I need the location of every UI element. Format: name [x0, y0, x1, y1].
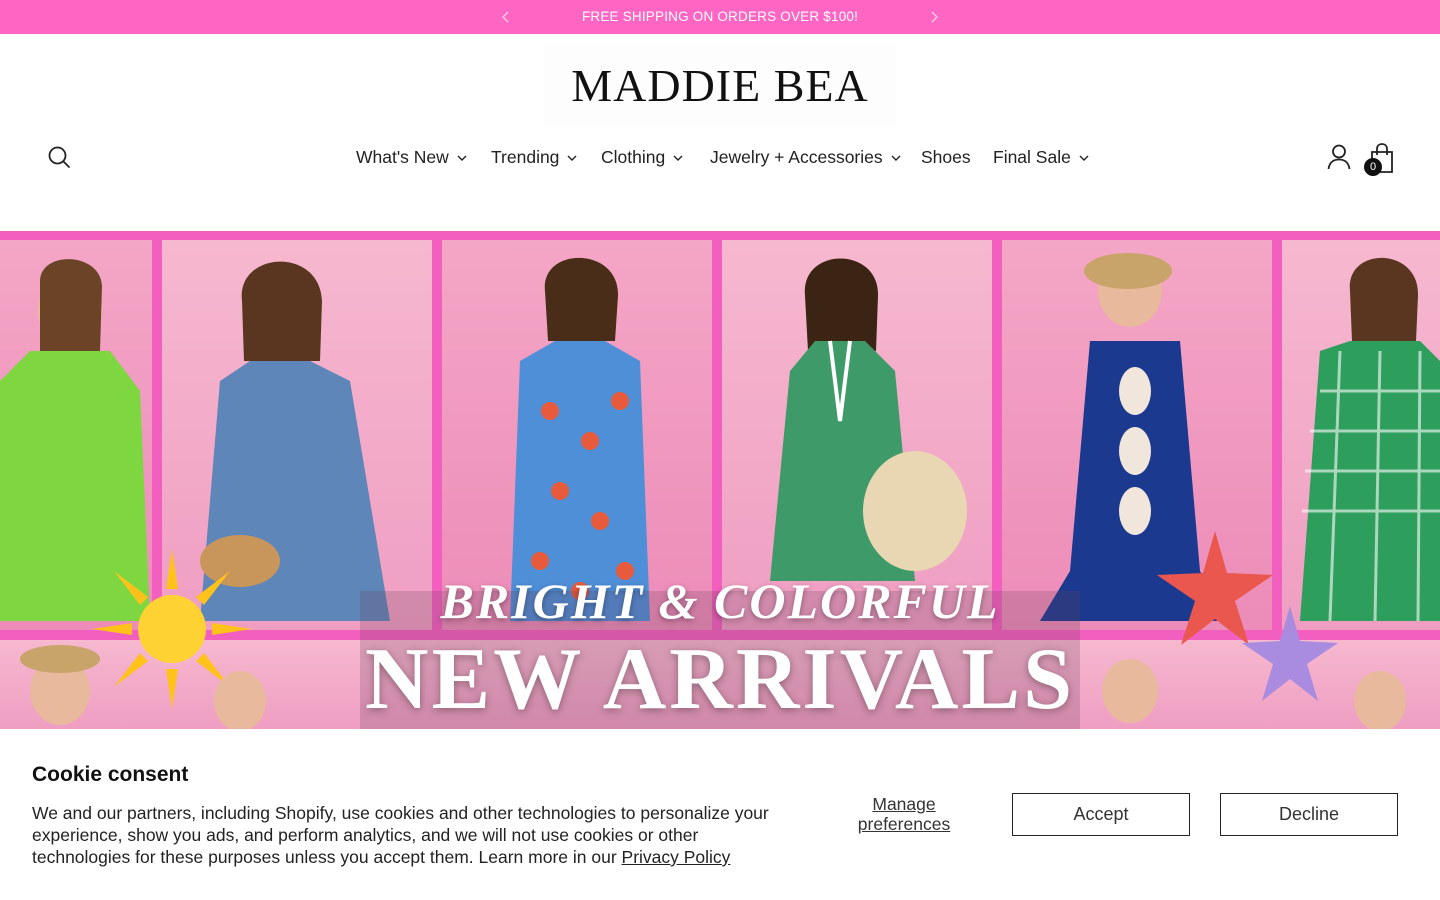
nav-item-jewelry-accessories[interactable]: Jewelry + Accessories [710, 144, 901, 170]
cookie-consent-banner: Cookie consent We and our partners, incl… [0, 729, 1440, 900]
nav-item-whats-new[interactable]: What's New [356, 144, 467, 170]
chevron-down-icon [457, 155, 467, 161]
chevron-down-icon [673, 155, 683, 161]
nav-item-final-sale[interactable]: Final Sale [993, 144, 1089, 170]
nav-item-shoes[interactable]: Shoes [921, 144, 971, 170]
hero-banner[interactable]: BRIGHT & COLORFUL NEW ARRIVALS [0, 231, 1440, 729]
privacy-policy-link[interactable]: Privacy Policy [622, 847, 731, 867]
nav-item-label: Final Sale [993, 146, 1071, 167]
nav-item-label: What's New [356, 146, 449, 167]
chevron-down-icon [1079, 155, 1089, 161]
nav-item-label: Clothing [601, 146, 666, 167]
chevron-right-icon[interactable] [926, 9, 942, 25]
manage-preferences-link[interactable]: Manage preferences [845, 794, 963, 834]
cookie-title: Cookie consent [32, 763, 189, 786]
nav-item-label: Trending [491, 146, 560, 167]
announcement-bar: FREE SHIPPING ON ORDERS OVER $100! [0, 0, 1440, 34]
hero-title: NEW ARRIVALS [364, 631, 1076, 728]
chevron-down-icon [891, 155, 901, 161]
nav-item-clothing[interactable]: Clothing [601, 144, 683, 170]
cookie-body: We and our partners, including Shopify, … [32, 802, 772, 868]
announcement-text: FREE SHIPPING ON ORDERS OVER $100! [581, 9, 859, 24]
accept-button[interactable]: Accept [1012, 793, 1190, 836]
nav-item-label: Jewelry + Accessories [710, 146, 883, 167]
nav-item-trending[interactable]: Trending [491, 144, 577, 170]
hero-subtitle: BRIGHT & COLORFUL [440, 573, 1000, 629]
logo-link[interactable]: MADDIE BEA [544, 44, 896, 126]
chevron-down-icon [567, 155, 577, 161]
brand-logo: MADDIE BEA [571, 59, 869, 111]
main-navigation: What's New Trending Clothing Jewelry + A… [0, 144, 1440, 170]
decline-button[interactable]: Decline [1220, 793, 1398, 836]
nav-item-label: Shoes [921, 146, 971, 167]
